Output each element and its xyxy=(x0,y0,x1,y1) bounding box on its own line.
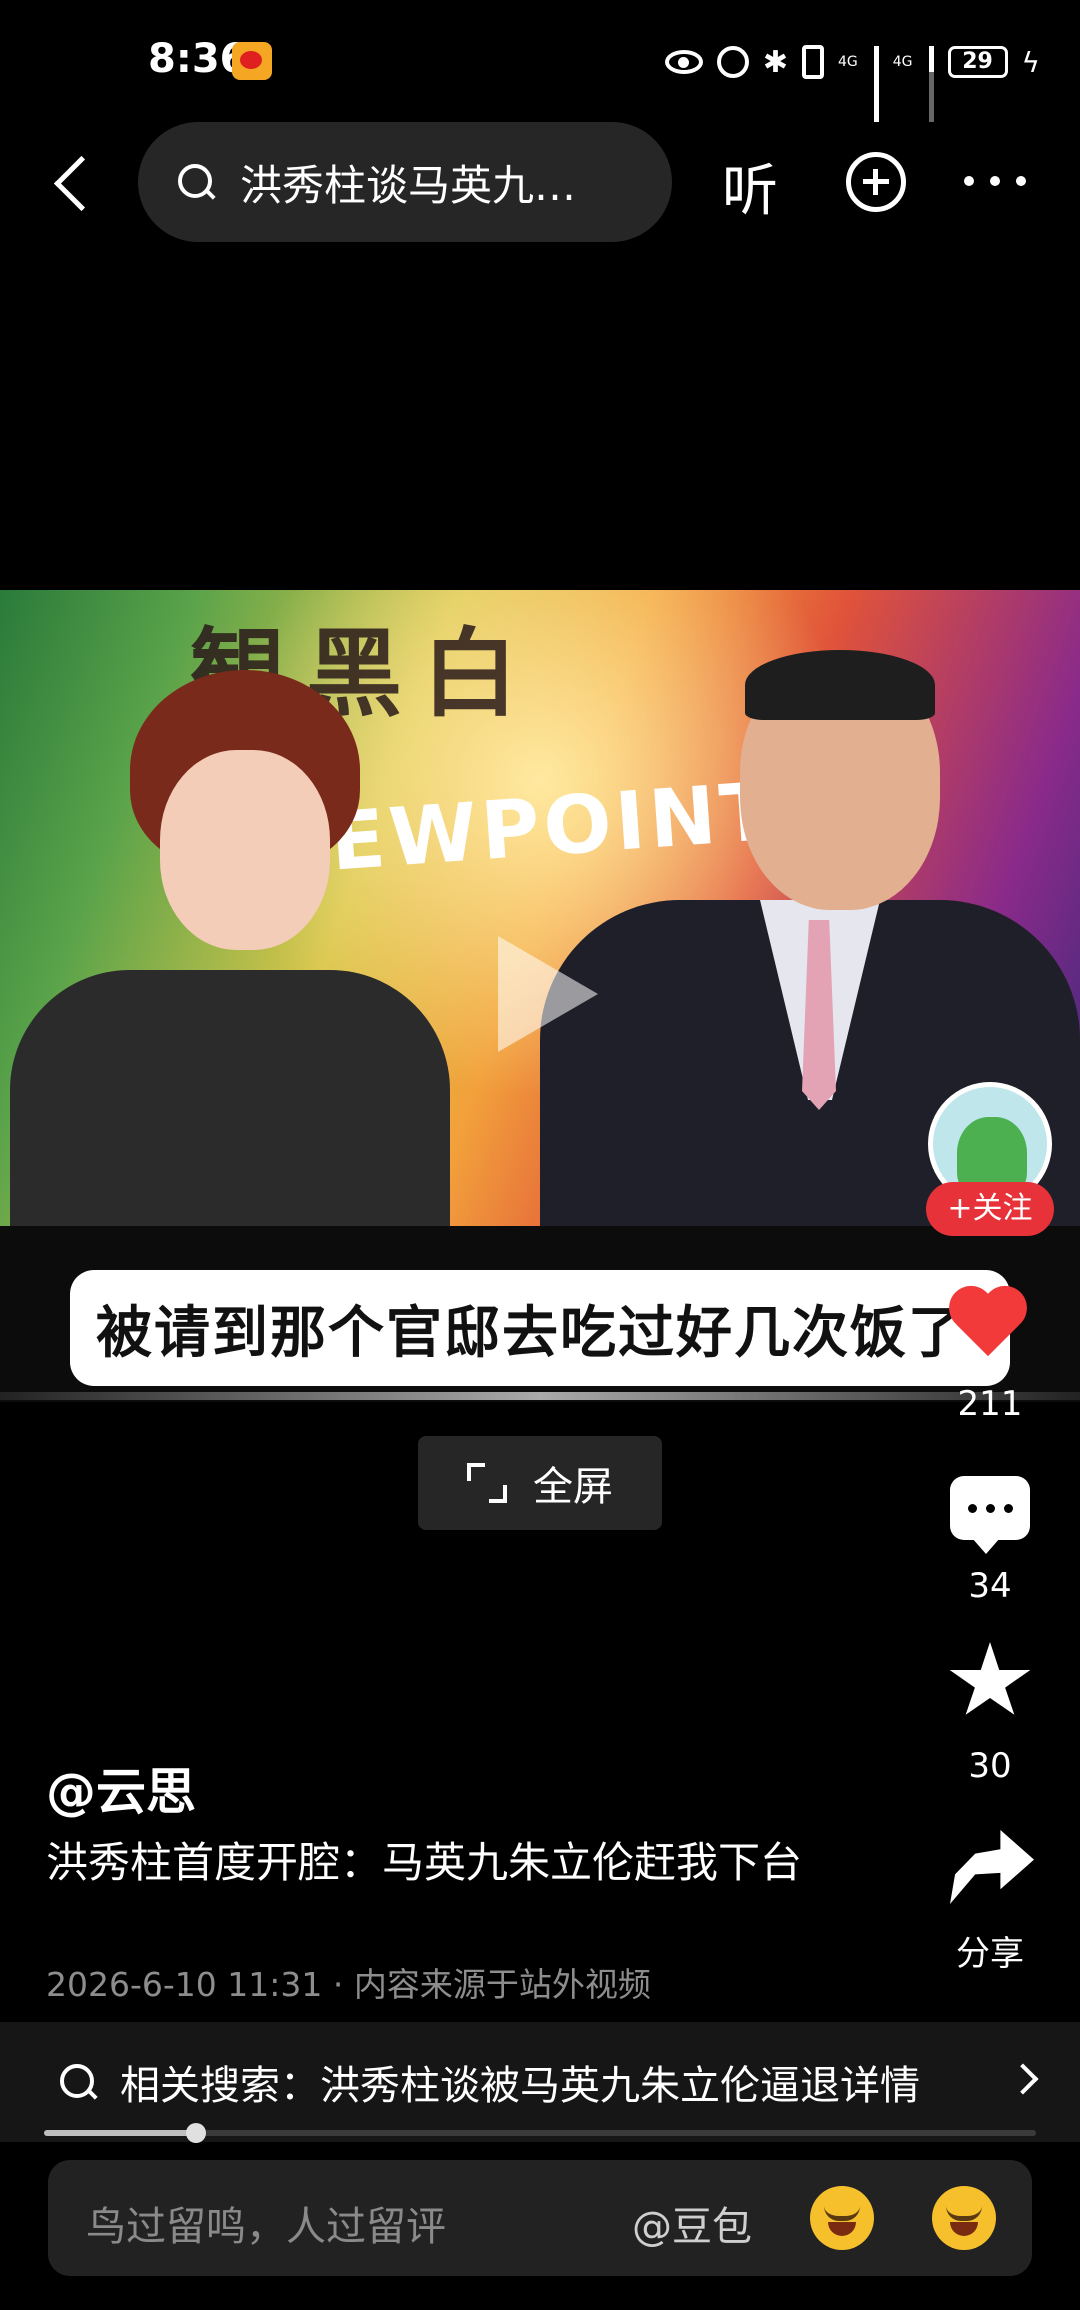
back-button[interactable] xyxy=(44,146,104,222)
share-icon[interactable] xyxy=(950,1830,1034,1904)
share-label: 分享 xyxy=(956,1934,1024,1974)
video-subtitle: 被请到那个官邸去吃过好几次饭了 xyxy=(70,1270,1010,1386)
fullscreen-label: 全屏 xyxy=(533,1464,613,1510)
mention-button[interactable]: @豆包 xyxy=(632,2194,752,2252)
listen-button[interactable]: 听 xyxy=(722,146,778,227)
video-edge xyxy=(0,1392,1080,1400)
search-query: 洪秀柱谈马英九… xyxy=(240,160,577,210)
charging-icon: ϟ xyxy=(1021,45,1040,79)
comment-count: 34 xyxy=(968,1566,1012,1606)
related-search-bar[interactable]: 相关搜索：洪秀柱谈被马英九朱立伦逼退详情 xyxy=(0,2022,1080,2142)
post-title: 洪秀柱首度开腔：马英九朱立伦赶我下台 xyxy=(46,1838,803,1887)
play-icon[interactable] xyxy=(498,936,598,1052)
search-icon xyxy=(58,2062,98,2102)
add-icon[interactable] xyxy=(846,152,906,212)
subtitle-text: 被请到那个官邸去吃过好几次饭了 xyxy=(96,1300,966,1366)
battery-icon: 29 xyxy=(947,46,1008,78)
laughing-emoji-icon[interactable] xyxy=(810,2186,874,2250)
crying-laughing-emoji-icon[interactable] xyxy=(932,2186,996,2250)
progress-fill xyxy=(44,2130,196,2136)
fullscreen-button[interactable]: 全屏 xyxy=(418,1436,662,1530)
weibo-badge-icon xyxy=(232,42,272,80)
comment-input[interactable]: 鸟过留鸣，人过留评 @豆包 xyxy=(48,2160,1032,2276)
post-meta: 2026-6-10 11:31 · 内容来源于站外视频 xyxy=(46,1965,651,2004)
search-icon xyxy=(176,162,216,202)
video-player[interactable]: 観黑白 EWPOINT xyxy=(0,590,1080,1226)
more-icon[interactable] xyxy=(964,176,1026,188)
progress-handle[interactable] xyxy=(185,2123,206,2143)
comment-icon[interactable] xyxy=(950,1476,1030,1554)
eye-icon xyxy=(664,50,703,74)
network-type-1: 4G xyxy=(837,54,858,70)
video-progress-bar[interactable] xyxy=(44,2123,1036,2143)
vibrate-icon xyxy=(801,45,824,79)
like-count: 211 xyxy=(957,1384,1023,1424)
status-bar: 8:36 ✱ 4G 4G 29 ϟ xyxy=(0,0,1080,122)
expand-icon xyxy=(467,1463,507,1503)
follow-button[interactable]: +关注 xyxy=(926,1182,1054,1236)
comment-placeholder: 鸟过留鸣，人过留评 xyxy=(86,2204,446,2250)
favorite-count: 30 xyxy=(968,1746,1012,1786)
status-icons: ✱ 4G 4G 29 ϟ xyxy=(664,40,1040,122)
heart-icon[interactable] xyxy=(948,1288,1028,1364)
related-search-text: 相关搜索：洪秀柱谈被马英九朱立伦逼退详情 xyxy=(120,2063,920,2109)
search-bar[interactable]: 洪秀柱谈马英九… xyxy=(138,122,672,242)
signal-icon xyxy=(873,46,879,122)
author-name[interactable]: @云思 xyxy=(46,1752,196,1824)
network-type-2: 4G xyxy=(892,54,913,70)
star-icon[interactable] xyxy=(949,1642,1031,1715)
bluetooth-icon: ✱ xyxy=(762,44,788,80)
video-person-left xyxy=(10,670,450,1226)
signal-icon-2 xyxy=(928,46,934,122)
alarm-icon xyxy=(716,46,749,78)
